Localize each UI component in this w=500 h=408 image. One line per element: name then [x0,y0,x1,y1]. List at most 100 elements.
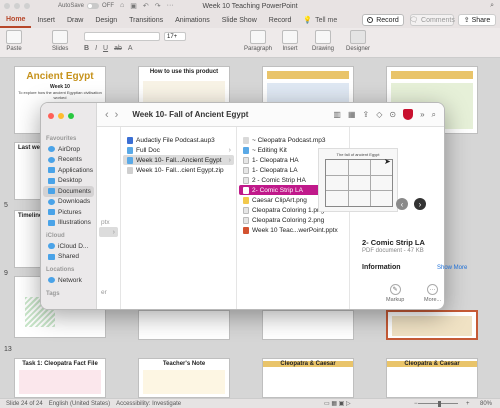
sidebar-item-icloud-drive[interactable]: iCloud D... [43,241,94,252]
tab-animations[interactable]: Animations [169,12,216,28]
forward-icon[interactable]: › [115,109,119,121]
shield-icon[interactable] [403,109,414,120]
back-icon[interactable]: ‹ [105,109,109,121]
tab-transitions[interactable]: Transitions [123,12,169,28]
pdf-file-icon [243,186,249,194]
comments-label: Comments [421,16,455,24]
slide-thumbnail[interactable]: Task 1: Cleopatra Fact File [14,358,106,398]
designer-button[interactable]: Designer [346,30,370,52]
undo-icon[interactable]: ↶ [143,2,149,10]
tab-record[interactable]: Record [263,12,298,28]
slide-thumbnail-selected[interactable] [386,310,478,340]
view-buttons[interactable]: ▭ ▦ ▣ ▷ [324,400,351,407]
slide-title: Ancient Egypt [26,71,94,82]
list-item-selected[interactable]: › [99,227,118,237]
zoom-level[interactable]: 80% [480,401,492,407]
file-row[interactable]: Cleopatra Coloring 2.png [239,215,347,225]
folder-row[interactable]: Full Doc › [123,145,234,155]
tag-icon[interactable]: ◇ [376,110,382,119]
drawing-button[interactable]: Drawing [312,30,334,52]
list-item[interactable]: er [99,287,118,297]
insert-button[interactable]: Insert [282,30,298,52]
close-dot[interactable] [48,113,54,119]
tab-slide-show[interactable]: Slide Show [216,12,263,28]
font-size-field[interactable]: 17+ [164,32,186,41]
finder-title: Week 10- Fall of Ancient Egypt [132,110,249,119]
column-view-icon[interactable]: ▥ [333,110,341,119]
autosave[interactable]: AutoSave OFF [58,3,114,9]
previous-page-icon[interactable]: ‹ [396,198,408,210]
sidebar-item-pictures[interactable]: Pictures [43,207,94,218]
search-icon[interactable]: ⌕ [490,2,494,10]
minimize-dot[interactable] [14,3,20,9]
slide-thumbnail[interactable] [262,310,354,340]
tab-home[interactable]: Home [0,12,32,28]
zoom-out-icon[interactable]: − [414,401,418,407]
language[interactable]: English (United States) [49,401,110,407]
more-icon[interactable]: ··· [167,2,174,10]
zoom-slider-handle[interactable] [437,401,441,407]
home-icon[interactable]: ⌂ [120,2,124,10]
paste-button[interactable]: Paste [6,30,22,52]
slide-thumbnail[interactable] [138,310,230,340]
share-button[interactable]: ⇪ Share [458,14,496,26]
font-name-field[interactable] [84,32,160,41]
redo-icon[interactable]: ↷ [155,2,161,10]
group-icon[interactable]: ▦ [348,110,356,119]
close-dot[interactable] [4,3,10,9]
slide-thumbnail[interactable]: Cleopatra & Caesar [386,358,478,398]
autosave-toggle[interactable] [87,3,100,9]
paragraph-button[interactable]: Paragraph [244,30,272,52]
zoom-dot[interactable] [24,3,30,9]
list-item[interactable]: ptx [99,217,118,227]
markup-button[interactable]: ✎ Markup [386,284,404,303]
slide-body [392,316,472,336]
share-icon[interactable]: ⇪ [363,110,370,119]
folder-row-selected[interactable]: Week 10- Fall...Ancient Egypt › [123,155,234,165]
sidebar-item-network[interactable]: Network [43,275,94,286]
sidebar-item-shared[interactable]: Shared [43,252,94,263]
file-row[interactable]: ~ Cleopatra Podcast.mp3 [239,135,347,145]
minimize-dot[interactable] [58,113,64,119]
font-color-icon[interactable]: A [128,45,133,52]
clock-icon [48,156,55,163]
sidebar-item-applications[interactable]: Applications [43,165,94,176]
comments-button[interactable]: 🗨 Comments [409,14,455,26]
sidebar-item-airdrop[interactable]: AirDrop [43,144,94,155]
tell-me[interactable]: 💡 Tell me [297,12,343,28]
slide-thumbnail[interactable]: Teacher's Note [138,358,230,398]
chevron-double-icon[interactable]: » [420,110,424,119]
tab-design[interactable]: Design [89,12,123,28]
record-button[interactable]: Record [362,14,404,26]
file-row[interactable]: Audactiy File Podcast.aup3 [123,135,234,145]
slide-thumbnail[interactable]: Cleopatra & Caesar [262,358,354,398]
tab-insert[interactable]: Insert [31,12,61,28]
bold-icon[interactable]: B [84,45,89,52]
file-row[interactable]: Week 10- Fall...cient Egypt.zip [123,165,234,175]
save-icon[interactable]: ▣ [130,2,137,10]
tab-draw[interactable]: Draw [61,12,89,28]
sidebar-item-illustrations[interactable]: Illustrations [43,218,94,229]
italic-icon[interactable]: I [95,45,97,52]
insert-icon [282,30,298,44]
slide-subtitle: To explore how the ancient Egyptian civi… [18,90,102,100]
underline-icon[interactable]: U [103,45,108,52]
autosave-label: AutoSave [58,3,85,9]
accessibility-status[interactable]: Accessibility: Investigate [116,401,181,407]
finder-column-1: ptx › er [97,127,121,309]
slides-button[interactable]: Slides [52,30,68,52]
search-icon[interactable]: ⌕ [432,110,436,120]
zoom-dot[interactable] [68,113,74,119]
show-more-link[interactable]: Show More [437,265,467,271]
action-icon[interactable]: ⊙ [389,110,396,119]
sidebar-item-recents[interactable]: Recents [43,155,94,166]
file-row[interactable]: Week 10 Teac...werPoint.pptx [239,225,347,235]
sidebar-item-downloads[interactable]: Downloads [43,197,94,208]
strikethrough-icon[interactable]: ab [114,45,122,52]
next-page-icon[interactable]: › [414,198,426,210]
sidebar-item-desktop[interactable]: Desktop [43,176,94,187]
sidebar-item-documents[interactable]: Documents [43,186,94,197]
share-icon: ⇪ [463,17,470,24]
more-button[interactable]: ··· More... [424,284,441,303]
zoom-in-icon[interactable]: + [466,401,470,407]
